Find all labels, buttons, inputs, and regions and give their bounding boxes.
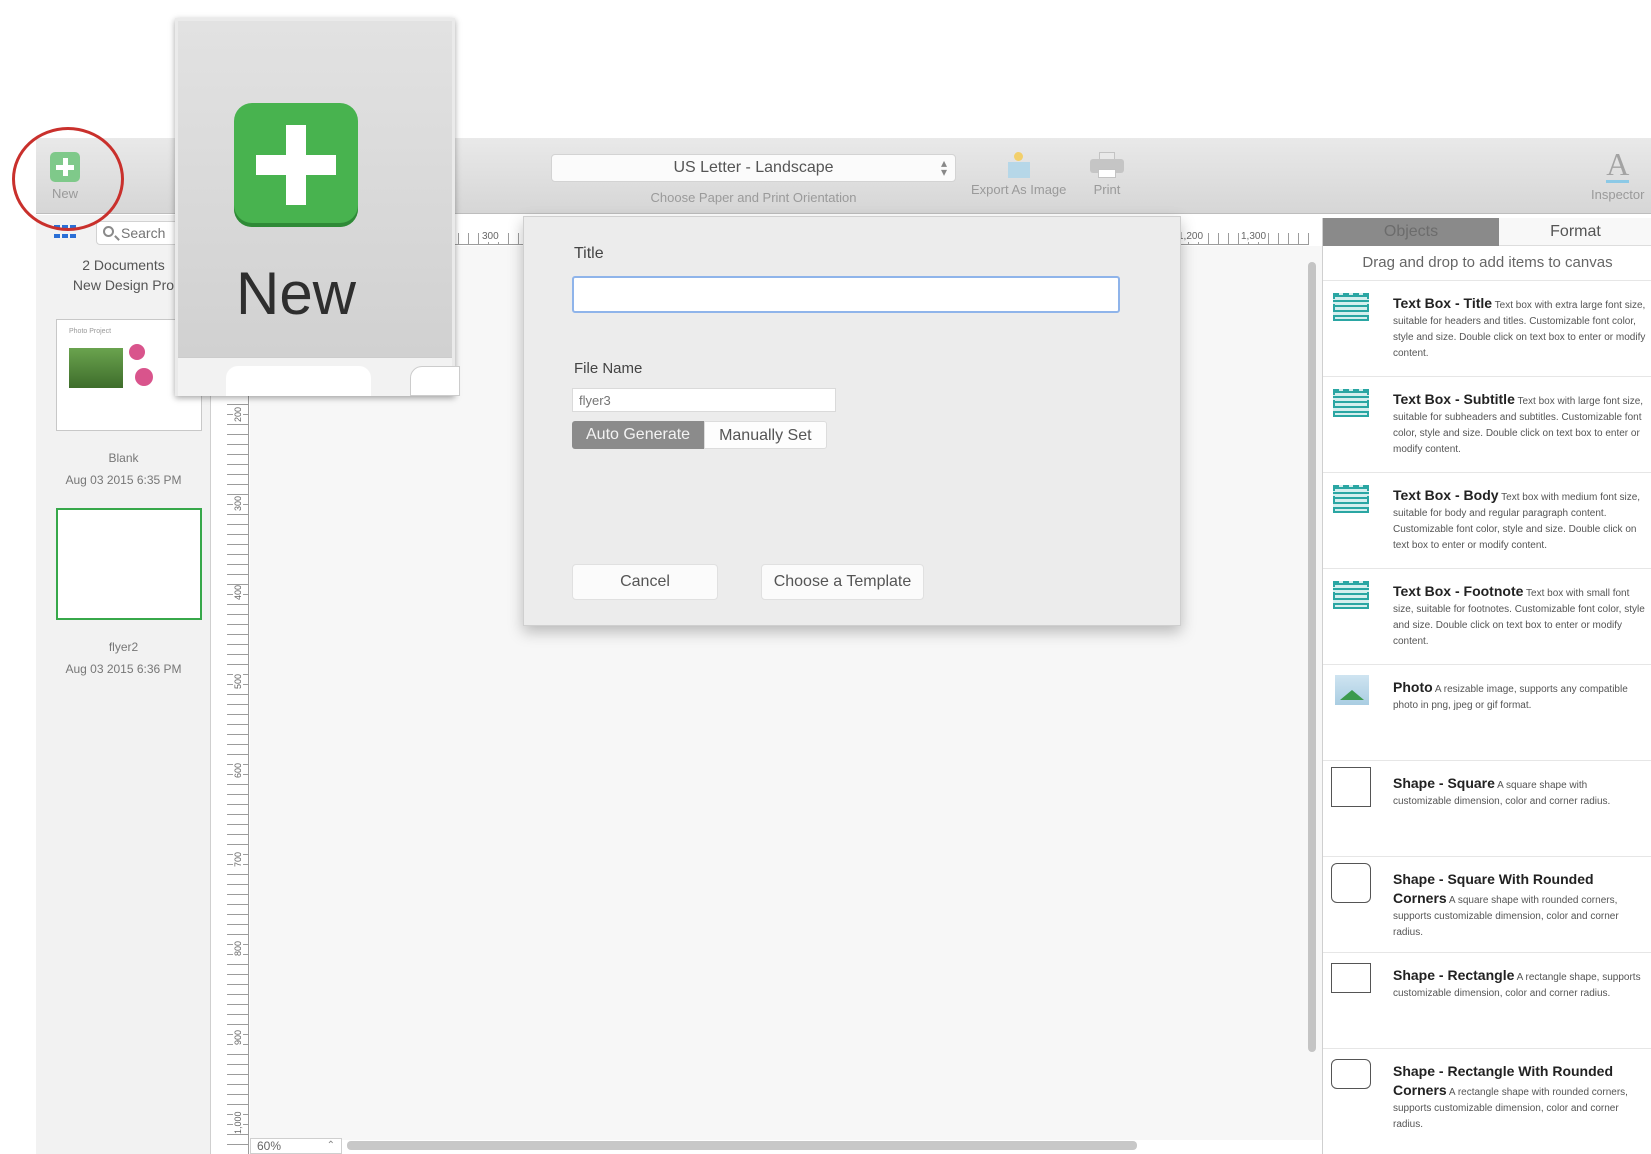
document-date: Aug 03 2015 6:36 PM [65,662,182,676]
search-icon [103,226,114,237]
ruler-label: 1,300 [1240,231,1268,242]
objects-panel: Objects Format Drag and drop to add item… [1322,218,1651,1154]
object-item-rounded-square[interactable]: Shape - Square With Rounded Corners A sq… [1323,856,1651,952]
choose-template-button[interactable]: Choose a Template [761,564,924,600]
square-icon [1331,767,1371,807]
callout-footer [178,357,460,396]
new-button-zoom-callout: New [175,18,460,396]
manually-set-segment[interactable]: Manually Set [704,421,827,449]
tab-format[interactable]: Format [1499,218,1651,246]
callout-new-label: New [235,260,357,327]
object-title: Photo [1393,679,1433,695]
cancel-button[interactable]: Cancel [572,564,718,600]
inspector-label: Inspector [1591,187,1645,202]
object-title: Shape - Rectangle [1393,967,1515,983]
document-date: Aug 03 2015 6:35 PM [65,473,182,487]
filename-mode-segmented-control: Auto Generate Manually Set [572,421,827,449]
zoom-value: 60% [257,1139,282,1153]
font-inspector-icon: A [1606,146,1630,183]
new-document-dialog: Title File Name Auto Generate Manually S… [523,216,1181,626]
flower-sticker-icon [135,368,153,386]
ruler-label: 200 [233,406,243,422]
ruler-label: 600 [233,762,243,778]
ruler-label: 300 [481,231,500,242]
text-box-icon [1333,581,1369,609]
ruler-label: 500 [233,673,243,689]
object-item-rectangle[interactable]: Shape - Rectangle A rectangle shape, sup… [1323,952,1651,1048]
document-name: flyer2 [108,640,139,654]
document-thumbnail-flyer2[interactable] [56,508,202,620]
object-title: Text Box - Body [1393,487,1499,503]
paper-size-value: US Letter - Landscape [673,159,834,176]
object-title: Text Box - Subtitle [1393,391,1515,407]
text-box-icon [1333,485,1369,513]
panel-tabs: Objects Format [1323,218,1651,246]
stepper-chevron-icon: ▴ ▾ [940,156,947,179]
object-item-text-footnote[interactable]: Text Box - Footnote Text box with small … [1323,568,1651,664]
image-icon [1006,150,1032,178]
object-item-text-title[interactable]: Text Box - Title Text box with extra lar… [1323,280,1651,376]
ruler-label: 700 [233,851,243,867]
title-label: Title [574,245,604,262]
printer-icon [1090,152,1124,178]
photo-icon [1335,675,1369,705]
flower-sticker-icon [129,344,145,360]
thumbnail-photo [69,348,123,388]
ruler-label: 400 [233,584,243,600]
stepper-chevron-icon: ⌃ [326,1140,335,1151]
text-box-icon [1333,293,1369,321]
object-title: Text Box - Footnote [1393,583,1524,599]
object-title: Shape - Square [1393,775,1495,791]
zoom-select[interactable]: 60% ⌃ [250,1138,342,1154]
vertical-scrollbar[interactable] [1308,262,1316,1052]
inspector-button[interactable]: A Inspector [1591,148,1644,202]
object-item-rounded-rectangle[interactable]: Shape - Rectangle With Rounded Corners A… [1323,1048,1651,1144]
title-input[interactable] [572,276,1120,313]
filename-label: File Name [574,360,643,377]
thumbnail-title: Photo Project [69,328,112,335]
ruler-label: 1,000 [233,1111,243,1134]
export-label: Export As Image [971,182,1067,197]
panel-hint: Drag and drop to add items to canvas [1362,254,1613,271]
object-item-text-subtitle[interactable]: Text Box - Subtitle Text box with large … [1323,376,1651,472]
paper-caption: Choose Paper and Print Orientation [650,190,857,205]
rounded-square-icon [1331,863,1371,903]
object-item-square[interactable]: Shape - Square A square shape with custo… [1323,760,1651,856]
ruler-label: 300 [233,495,243,511]
highlight-circle [12,127,124,231]
rounded-rectangle-icon [1331,1059,1371,1089]
ruler-label: 800 [233,940,243,956]
auto-generate-segment[interactable]: Auto Generate [572,421,705,449]
paper-size-select[interactable]: US Letter - Landscape ▴ ▾ [551,154,956,182]
document-name: Blank [108,451,139,465]
rectangle-icon [1331,963,1371,993]
ruler-label: 900 [233,1029,243,1045]
object-title: Text Box - Title [1393,295,1493,311]
horizontal-scrollbar[interactable] [347,1141,1137,1150]
export-as-image-button[interactable]: Export As Image [971,150,1066,197]
print-label: Print [1093,182,1121,197]
tab-objects[interactable]: Objects [1323,218,1499,246]
text-box-icon [1333,389,1369,417]
object-item-text-body[interactable]: Text Box - Body Text box with medium fon… [1323,472,1651,568]
ruler-label: 1,200 [1177,231,1205,242]
plus-icon [234,103,358,227]
print-button[interactable]: Print [1090,152,1124,197]
object-item-photo[interactable]: Photo A resizable image, supports any co… [1323,664,1651,760]
filename-input[interactable] [572,388,836,412]
